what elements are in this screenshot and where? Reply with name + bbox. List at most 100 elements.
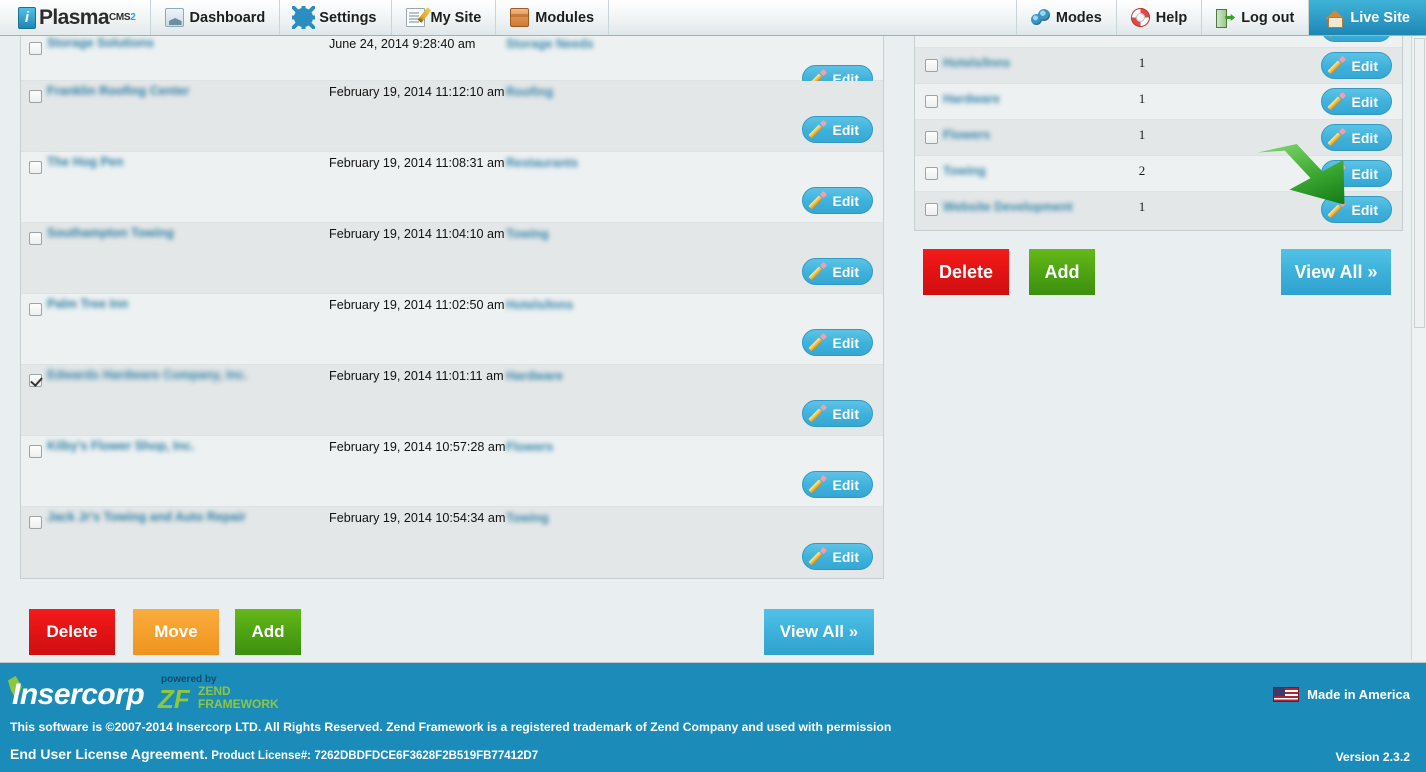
listing-category-link[interactable]: Restaurants	[506, 156, 578, 170]
edit-button[interactable]: Edit	[1320, 52, 1392, 79]
category-name-link[interactable]: Towing	[943, 164, 986, 178]
vertical-scrollbar[interactable]	[1411, 36, 1426, 660]
table-row: The Hog Pen February 19, 2014 11:08:31 a…	[21, 152, 883, 223]
move-button[interactable]: Move	[133, 609, 219, 655]
listing-name-link[interactable]: Southampton Towing	[47, 226, 174, 240]
nav-logout[interactable]: Log out	[1202, 0, 1310, 35]
made-in-america: Made in America	[1273, 687, 1410, 702]
table-row: Hardware 1 Edit	[915, 84, 1402, 120]
box-icon	[510, 8, 530, 27]
listing-name-link[interactable]: Kilby's Flower Shop, Inc.	[47, 439, 194, 453]
home-icon	[1325, 8, 1344, 28]
nav-dashboard[interactable]: Dashboard	[151, 0, 281, 35]
add-button[interactable]: Add	[235, 609, 301, 655]
plasma-i-icon: i	[18, 6, 36, 29]
listing-name-link[interactable]: Franklin Roofing Center	[47, 84, 189, 98]
edit-button[interactable]: Edit	[801, 258, 873, 285]
category-name-link[interactable]: Website Development	[943, 200, 1073, 214]
nav-help[interactable]: Help	[1117, 0, 1203, 35]
add-button[interactable]: Add	[1029, 249, 1095, 295]
nav-live-site[interactable]: Live Site	[1309, 0, 1426, 35]
delete-button[interactable]: Delete	[923, 249, 1009, 295]
view-all-button[interactable]: View All »	[764, 609, 874, 655]
edit-button[interactable]: Edit	[801, 400, 873, 427]
category-name-link[interactable]: Flowers	[943, 128, 990, 142]
made-in-america-label: Made in America	[1307, 687, 1410, 702]
license-line: End User License Agreement. Product Lice…	[10, 746, 538, 762]
row-checkbox[interactable]	[29, 374, 42, 387]
listing-category-link[interactable]: Hotels/Inns	[506, 298, 573, 312]
category-count: 1	[1138, 55, 1146, 70]
edit-button[interactable]: Edit	[801, 329, 873, 356]
edit-button[interactable]: Edit	[1320, 196, 1392, 223]
nav-right-group: Modes Help Log out Live Site	[1017, 0, 1426, 35]
listing-name-link[interactable]: Palm Tree Inn	[47, 297, 128, 311]
listing-name-link[interactable]: Jack Jr's Towing and Auto Repair	[47, 510, 246, 524]
row-checkbox[interactable]	[925, 59, 938, 72]
nav-modules-label: Modules	[535, 9, 595, 26]
table-row: Towing 2 Edit	[915, 156, 1402, 192]
license-key: 7262DBDFDCE6F3628F2B519FB77412D7	[314, 750, 539, 762]
edit-button[interactable]: Edit	[801, 187, 873, 214]
table-row: Edwards Hardware Company, Inc. February …	[21, 365, 883, 436]
edit-button[interactable]: Edit	[1320, 124, 1392, 151]
gear-icon	[292, 6, 316, 29]
license-label: Product License#:	[211, 750, 311, 762]
listing-category-link[interactable]: Storage Needs	[506, 37, 594, 51]
row-checkbox[interactable]	[925, 203, 938, 216]
edit-button-label: Edit	[1351, 93, 1378, 110]
listing-category-link[interactable]: Roofing	[506, 85, 553, 99]
edit-button[interactable]: Edit	[801, 543, 873, 570]
listing-name-link[interactable]: Storage Solutions	[47, 36, 154, 50]
edit-button[interactable]: Edit	[1320, 88, 1392, 115]
notepad-pencil-icon	[405, 8, 425, 27]
category-name-link[interactable]: Hardware	[943, 92, 1000, 106]
row-checkbox[interactable]	[925, 95, 938, 108]
row-checkbox[interactable]	[925, 131, 938, 144]
listing-name-link[interactable]: Edwards Hardware Company, Inc.	[47, 368, 248, 382]
dashboard-icon	[164, 8, 184, 27]
table-row: Palm Tree Inn February 19, 2014 11:02:50…	[21, 294, 883, 365]
copyright-text: This software is ©2007-2014 Insercorp LT…	[10, 720, 892, 734]
edit-button[interactable]: Edit	[801, 471, 873, 498]
edit-button[interactable]: Edit	[801, 116, 873, 143]
edit-button-label: Edit	[832, 121, 859, 138]
row-checkbox[interactable]	[29, 516, 42, 529]
nav-my-site[interactable]: My Site	[392, 0, 497, 35]
table-row: Website Development 1 Edit	[915, 192, 1402, 230]
listing-category-link[interactable]: Flowers	[506, 440, 553, 454]
listing-category-link[interactable]: Towing	[506, 227, 549, 241]
edit-button-label: Edit	[832, 192, 859, 209]
delete-button[interactable]: Delete	[29, 609, 115, 655]
listing-date: February 19, 2014 11:04:10 am	[329, 227, 505, 241]
listing-date: February 19, 2014 10:57:28 am	[329, 440, 506, 454]
edit-button-label: Edit	[832, 548, 859, 565]
nav-modes[interactable]: Modes	[1017, 0, 1117, 35]
version-label: Version 2.3.2	[1335, 750, 1410, 764]
listing-category-link[interactable]: Towing	[506, 511, 549, 525]
row-checkbox[interactable]	[29, 90, 42, 103]
row-checkbox[interactable]	[925, 167, 938, 180]
listing-name-link[interactable]: The Hog Pen	[47, 155, 123, 169]
listings-table: Storage Solutions June 24, 2014 9:28:40 …	[20, 33, 884, 579]
row-checkbox[interactable]	[29, 161, 42, 174]
scrollbar-thumb[interactable]	[1414, 38, 1425, 328]
category-name-link[interactable]: Hotels/Inns	[943, 56, 1010, 70]
row-checkbox[interactable]	[29, 303, 42, 316]
row-checkbox[interactable]	[29, 232, 42, 245]
app-logo[interactable]: i Plasma CMS2	[0, 0, 151, 35]
listing-date: February 19, 2014 11:01:11 am	[329, 369, 504, 383]
row-checkbox[interactable]	[29, 42, 42, 55]
nav-settings[interactable]: Settings	[280, 0, 392, 35]
edit-button-towing[interactable]: Edit	[1320, 160, 1392, 187]
eula-link[interactable]: End User License Agreement.	[10, 746, 208, 762]
pencil-icon	[1331, 94, 1347, 110]
edit-button-label: Edit	[832, 405, 859, 422]
row-checkbox[interactable]	[29, 445, 42, 458]
pencil-icon	[812, 264, 828, 280]
view-all-button[interactable]: View All »	[1281, 249, 1391, 295]
listing-category-link[interactable]: Hardware	[506, 369, 563, 383]
nav-modules[interactable]: Modules	[496, 0, 610, 35]
table-row: Storage Solutions June 24, 2014 9:28:40 …	[21, 33, 883, 92]
brand-suffix: CMS2	[108, 12, 136, 23]
